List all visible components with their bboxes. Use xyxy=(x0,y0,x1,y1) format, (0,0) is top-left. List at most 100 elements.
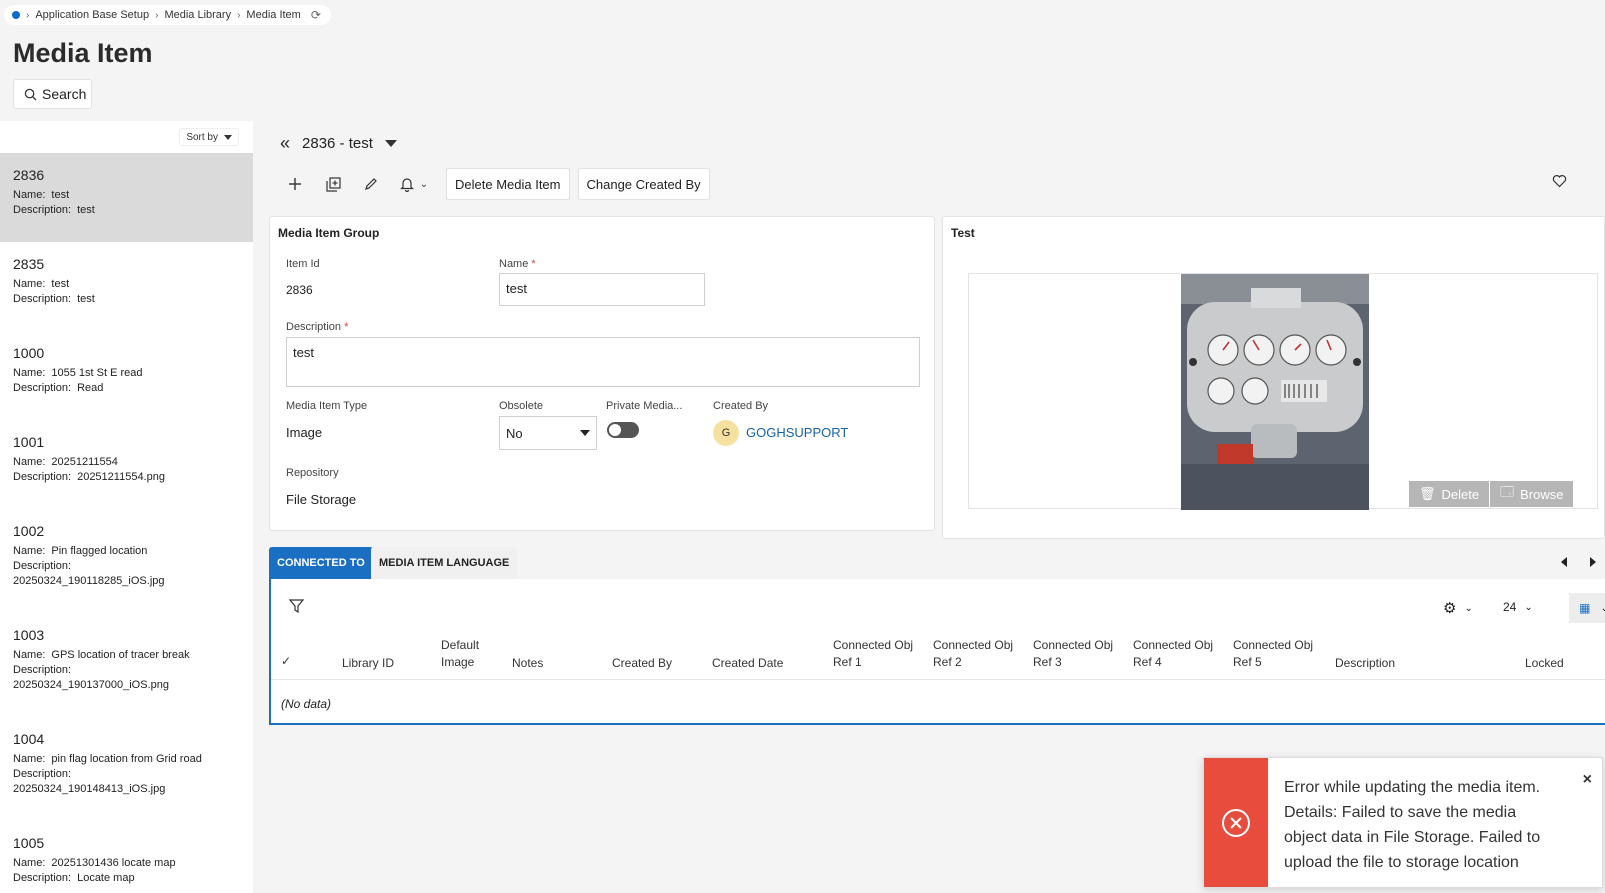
home-dot-icon[interactable] xyxy=(12,11,20,19)
tab-scroll-right-icon[interactable] xyxy=(1590,557,1596,567)
notifications-button[interactable]: ⌄ xyxy=(390,168,438,200)
list-item[interactable]: 1005 Name: 20251301436 locate map Descrip… xyxy=(0,821,253,893)
add-button[interactable] xyxy=(276,168,314,200)
list-item-id: 1002 xyxy=(13,523,45,539)
media-item-type-value: Image xyxy=(286,425,323,440)
created-by-link[interactable]: GOGHSUPPORT xyxy=(746,425,848,440)
sort-by-label: Sort by xyxy=(186,131,218,143)
list-item-name-key: Name: xyxy=(13,753,46,765)
private-media-toggle[interactable] xyxy=(607,422,639,438)
breadcrumb: › Application Base Setup › Media Library… xyxy=(4,5,331,25)
list-item[interactable]: 2835 Name: test Description: test xyxy=(0,242,253,331)
column-header[interactable]: Created By xyxy=(612,655,672,672)
image-delete-label: Delete xyxy=(1441,486,1480,502)
close-icon[interactable]: × xyxy=(1583,771,1592,789)
list-item-id: 2835 xyxy=(13,256,45,272)
list-item-desc-key: Description: xyxy=(13,471,72,483)
filter-icon[interactable] xyxy=(288,599,305,616)
image-browse-button[interactable]: 🗔 Browse xyxy=(1490,481,1574,507)
column-header[interactable]: Connected Obj Ref 5 xyxy=(1233,637,1323,671)
browse-icon: 🗔 xyxy=(1500,484,1515,499)
list-item-name-key: Name: xyxy=(13,278,46,290)
refresh-icon[interactable]: ⟳ xyxy=(311,8,321,22)
gear-icon: ⚙ xyxy=(1443,600,1457,617)
name-label-text: Name xyxy=(499,258,529,270)
bell-icon xyxy=(399,177,414,192)
tab-media-item-language[interactable]: MEDIA ITEM LANGUAGE xyxy=(371,547,518,579)
connected-to-grid: ⚙ ⌄ 24 ⌄ ▦ ⌄ ✓ Library ID Default Image … xyxy=(269,579,1605,725)
description-label-text: Description xyxy=(286,321,342,333)
item-id-value: 2836 xyxy=(286,283,313,297)
change-created-by-button[interactable]: Change Created By xyxy=(577,168,710,200)
record-selector-caret-icon[interactable] xyxy=(384,140,397,147)
record-list: Sort by 2836 Name: test Description: test … xyxy=(0,121,253,893)
column-header[interactable]: Notes xyxy=(512,655,543,672)
collapse-list-icon[interactable]: « xyxy=(280,133,290,154)
caret-down-icon xyxy=(224,134,232,140)
name-input[interactable]: test xyxy=(499,273,705,306)
list-item[interactable]: 1001 Name: 20251211554 Description: 202512… xyxy=(0,420,253,509)
column-header[interactable]: Connected Obj Ref 2 xyxy=(933,637,1023,671)
column-header[interactable]: Library ID xyxy=(342,655,394,672)
caret-down-icon xyxy=(580,430,590,436)
sort-by-dropdown[interactable]: Sort by xyxy=(179,128,239,146)
tab-scroll-left-icon[interactable] xyxy=(1561,557,1567,567)
list-item-description: test xyxy=(77,293,95,305)
tab-connected-to[interactable]: CONNECTED TO xyxy=(269,547,373,579)
list-item-description: test xyxy=(77,204,95,216)
image-browse-label: Browse xyxy=(1520,486,1564,502)
image-panel: Test 🗑 Delete 🗔 Browse xyxy=(942,216,1605,539)
chevron-right-icon: › xyxy=(237,9,241,21)
duplicate-button[interactable] xyxy=(314,168,352,200)
column-header[interactable]: Connected Obj Ref 3 xyxy=(1033,637,1123,671)
list-item-description: 20250324_190118285_iOS.jpg xyxy=(13,575,165,587)
list-item[interactable]: 1003 Name: GPS location of tracer break D… xyxy=(0,613,253,717)
list-item-id: 1001 xyxy=(13,434,45,450)
favorite-heart-icon[interactable] xyxy=(1552,174,1567,191)
select-all-check-icon[interactable]: ✓ xyxy=(281,653,291,670)
column-header[interactable]: Created Date xyxy=(712,655,783,672)
delete-media-item-button[interactable]: Delete Media Item xyxy=(446,168,570,200)
list-item[interactable]: 1000 Name: 1055 1st St E read Description… xyxy=(0,331,253,420)
repository-value: File Storage xyxy=(286,492,357,507)
toast-message: Error while updating the media item. Det… xyxy=(1284,779,1541,871)
media-item-type-label: Media Item Type xyxy=(286,400,368,412)
required-mark: * xyxy=(344,321,349,333)
column-header[interactable]: Connected Obj Ref 4 xyxy=(1133,637,1223,671)
obsolete-select[interactable]: No xyxy=(499,416,597,450)
media-item-group-panel: Media Item Group Item Id 2836 Name * tes… xyxy=(269,216,935,531)
no-data-text: (No data) xyxy=(281,697,332,711)
list-item-desc-key: Description: xyxy=(13,382,72,394)
chevron-down-icon: ⌄ xyxy=(1464,602,1473,614)
list-item-description: Read xyxy=(77,382,104,394)
column-header[interactable]: Connected Obj Ref 1 xyxy=(833,637,923,671)
list-item-name-key: Name: xyxy=(13,857,46,869)
image-delete-button[interactable]: 🗑 Delete xyxy=(1409,481,1490,507)
breadcrumb-item-media-library[interactable]: Media Library xyxy=(164,9,231,21)
edit-button[interactable] xyxy=(352,168,390,200)
search-button[interactable]: Search xyxy=(13,79,92,109)
grid-view-toggle[interactable]: ▦ ⌄ xyxy=(1569,593,1605,623)
column-header[interactable]: Locked xyxy=(1525,655,1564,672)
image-frame: 🗑 Delete 🗔 Browse xyxy=(968,273,1598,510)
list-item-description: 20250324_190148413_iOS.jpg xyxy=(13,783,166,795)
page-size-dropdown[interactable]: 24 ⌄ xyxy=(1503,600,1533,614)
list-item[interactable]: 1002 Name: Pin flagged location Descripti… xyxy=(0,509,253,613)
description-input[interactable]: test xyxy=(286,337,920,387)
error-circle-icon xyxy=(1222,808,1250,837)
table-icon: ▦ xyxy=(1579,601,1591,615)
list-item-desc-key: Description: xyxy=(13,768,72,780)
grid-settings-button[interactable]: ⚙ ⌄ xyxy=(1443,599,1473,617)
list-item-name-key: Name: xyxy=(13,649,46,661)
list-item-description: Locate map xyxy=(77,872,135,884)
chevron-right-icon: › xyxy=(26,9,30,21)
error-toast: Error while updating the media item. Det… xyxy=(1203,757,1603,888)
breadcrumb-item-app-base-setup[interactable]: Application Base Setup xyxy=(35,9,149,21)
list-item-name: test xyxy=(51,189,70,201)
record-header: « 2836 - test xyxy=(280,133,397,154)
column-header[interactable]: Default Image xyxy=(441,637,491,671)
list-item[interactable]: 2836 Name: test Description: test xyxy=(0,153,253,242)
private-media-label: Private Media... xyxy=(606,400,683,412)
list-item[interactable]: 1004 Name: pin flag location from Grid ro… xyxy=(0,717,253,821)
column-header[interactable]: Description xyxy=(1335,655,1395,672)
